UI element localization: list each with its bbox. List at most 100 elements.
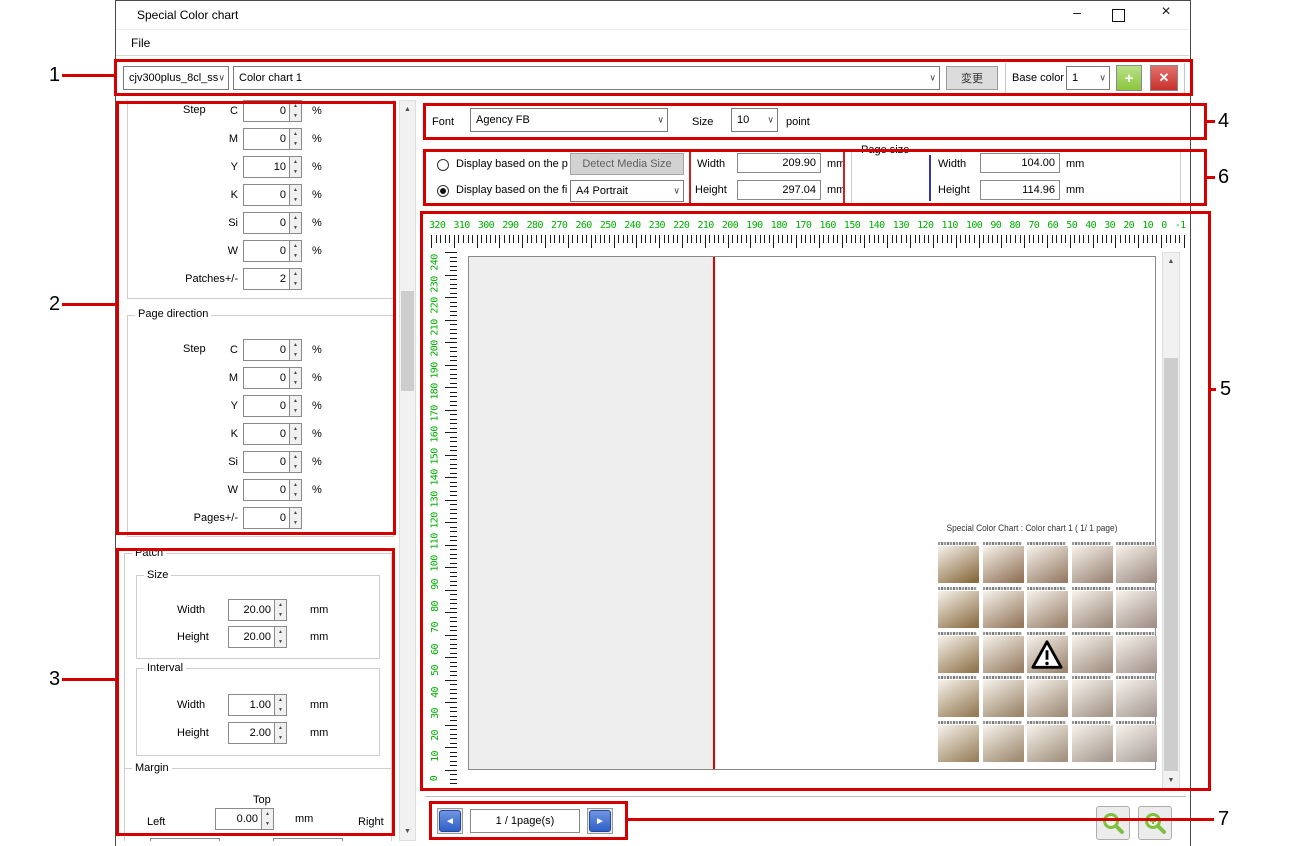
size-width-spinner[interactable]: 20.00 ▲▼	[228, 599, 287, 621]
spinner-buttons[interactable]: ▲▼	[289, 339, 302, 361]
spinner-buttons[interactable]: ▲▼	[289, 268, 302, 290]
prev-page-button[interactable]: ◄	[437, 808, 463, 834]
preview-scrollbar[interactable]: ▲ ▼	[1162, 252, 1180, 790]
spinner-down-icon[interactable]: ▼	[275, 637, 286, 647]
spinner-down-icon[interactable]: ▼	[290, 518, 301, 528]
value-spinner[interactable]: 0▲▼	[243, 479, 302, 501]
spinner-value[interactable]: 0	[243, 367, 289, 389]
spinner-down-icon[interactable]: ▼	[275, 610, 286, 620]
spinner-buttons[interactable]: ▲▼	[289, 367, 302, 389]
spinner-up-icon[interactable]: ▲	[290, 241, 301, 251]
spinner-value[interactable]: 0	[243, 507, 289, 529]
radio-display-fixed[interactable]	[437, 185, 449, 197]
scrollbar-thumb[interactable]	[401, 291, 414, 391]
interval-height-spinner[interactable]: 2.00 ▲▼	[228, 722, 287, 744]
value-spinner[interactable]: 0▲▼	[243, 100, 302, 122]
spinner-buttons[interactable]: ▲▼	[289, 184, 302, 206]
spinner-up-icon[interactable]: ▲	[290, 508, 301, 518]
spinner-value[interactable]: 0	[243, 128, 289, 150]
scroll-down-icon[interactable]: ▼	[1163, 772, 1179, 789]
margin-right-spinner[interactable]	[273, 838, 343, 841]
margin-top-spinner[interactable]: 0.00 ▲▼	[215, 808, 274, 830]
spinner-value[interactable]: 2	[243, 268, 289, 290]
value-spinner[interactable]: 0▲▼	[243, 184, 302, 206]
media-width-field[interactable]: 209.90	[737, 153, 821, 173]
spinner-down-icon[interactable]: ▼	[290, 251, 301, 261]
spinner-value[interactable]: 0	[243, 423, 289, 445]
paper-size-select[interactable]: A4 Portrait ∨	[570, 180, 684, 202]
spinner-up-icon[interactable]: ▲	[290, 129, 301, 139]
value-spinner[interactable]: 0▲▼	[243, 212, 302, 234]
spinner-up-icon[interactable]: ▲	[290, 480, 301, 490]
spinner-buttons[interactable]: ▲▼	[289, 100, 302, 122]
scroll-down-icon[interactable]: ▼	[400, 823, 415, 840]
spinner-buttons[interactable]: ▲▼	[289, 128, 302, 150]
spinner-buttons[interactable]: ▲▼	[289, 507, 302, 529]
size-height-value[interactable]: 20.00	[228, 626, 274, 648]
spinner-buttons[interactable]: ▲▼	[289, 240, 302, 262]
page-indicator-field[interactable]: 1 / 1page(s)	[470, 809, 580, 833]
spinner-value[interactable]: 0	[243, 100, 289, 122]
spinner-up-icon[interactable]: ▲	[290, 269, 301, 279]
size-width-value[interactable]: 20.00	[228, 599, 274, 621]
value-spinner[interactable]: 0▲▼	[243, 128, 302, 150]
spinner-up-icon[interactable]: ▲	[290, 396, 301, 406]
value-spinner[interactable]: 0▲▼	[243, 339, 302, 361]
spinner-buttons[interactable]: ▲▼	[289, 156, 302, 178]
spinner-down-icon[interactable]: ▼	[290, 490, 301, 500]
scroll-up-icon[interactable]: ▲	[400, 101, 415, 118]
zoom-in-button[interactable]	[1138, 806, 1172, 840]
spinner-value[interactable]: 0	[243, 184, 289, 206]
spinner-up-icon[interactable]: ▲	[290, 101, 301, 111]
spinner-down-icon[interactable]: ▼	[290, 350, 301, 360]
menu-file[interactable]: File	[131, 36, 150, 50]
spinner-up-icon[interactable]: ▲	[290, 185, 301, 195]
spinner-up-icon[interactable]: ▲	[290, 213, 301, 223]
spinner-value[interactable]: 0	[243, 395, 289, 417]
add-chart-button[interactable]: +	[1116, 65, 1142, 91]
spinner-buttons[interactable]: ▲▼	[289, 451, 302, 473]
spinner-down-icon[interactable]: ▼	[275, 733, 286, 743]
spinner-value[interactable]: 0	[243, 479, 289, 501]
spinner-value[interactable]: 0	[243, 212, 289, 234]
scroll-up-icon[interactable]: ▲	[1163, 253, 1179, 270]
spinner-value[interactable]: 0	[243, 240, 289, 262]
chart-name-combo[interactable]: Color chart 1 ∨	[233, 66, 940, 90]
margin-left-spinner[interactable]	[150, 838, 220, 841]
close-icon[interactable]: ×	[1156, 3, 1176, 23]
base-color-select[interactable]: 1 ∨	[1066, 66, 1110, 90]
spinner-up-icon[interactable]: ▲	[275, 723, 286, 733]
spinner-down-icon[interactable]: ▼	[290, 462, 301, 472]
font-select[interactable]: Agency FB ∨	[470, 108, 668, 132]
spinner-down-icon[interactable]: ▼	[290, 378, 301, 388]
value-spinner[interactable]: 10▲▼	[243, 156, 302, 178]
page-size-height-field[interactable]: 114.96	[980, 180, 1060, 200]
interval-width-value[interactable]: 1.00	[228, 694, 274, 716]
value-spinner[interactable]: 0▲▼	[243, 451, 302, 473]
value-spinner[interactable]: 0▲▼	[243, 507, 302, 529]
settings-scrollbar[interactable]: ▲ ▼	[399, 100, 416, 841]
device-select[interactable]: cjv300plus_8cl_ss ∨	[123, 66, 229, 90]
spinner-up-icon[interactable]: ▲	[275, 600, 286, 610]
value-spinner[interactable]: 0▲▼	[243, 395, 302, 417]
margin-top-value[interactable]: 0.00	[215, 808, 261, 830]
size-height-spinner[interactable]: 20.00 ▲▼	[228, 626, 287, 648]
maximize-icon[interactable]	[1112, 9, 1125, 22]
value-spinner[interactable]: 2▲▼	[243, 268, 302, 290]
spinner-down-icon[interactable]: ▼	[290, 139, 301, 149]
spinner-down-icon[interactable]: ▼	[275, 705, 286, 715]
spinner-up-icon[interactable]: ▲	[290, 157, 301, 167]
change-button[interactable]: 変更	[946, 66, 998, 90]
spinner-down-icon[interactable]: ▼	[262, 819, 273, 829]
spinner-down-icon[interactable]: ▼	[290, 167, 301, 177]
next-page-button[interactable]: ►	[587, 808, 613, 834]
interval-width-spinner[interactable]: 1.00 ▲▼	[228, 694, 287, 716]
value-spinner[interactable]: 0▲▼	[243, 423, 302, 445]
spinner-up-icon[interactable]: ▲	[275, 627, 286, 637]
spinner-up-icon[interactable]: ▲	[275, 695, 286, 705]
spinner-value[interactable]: 0	[243, 451, 289, 473]
spinner-up-icon[interactable]: ▲	[290, 368, 301, 378]
font-size-select[interactable]: 10 ∨	[731, 108, 778, 132]
interval-height-value[interactable]: 2.00	[228, 722, 274, 744]
zoom-out-button[interactable]	[1096, 806, 1130, 840]
